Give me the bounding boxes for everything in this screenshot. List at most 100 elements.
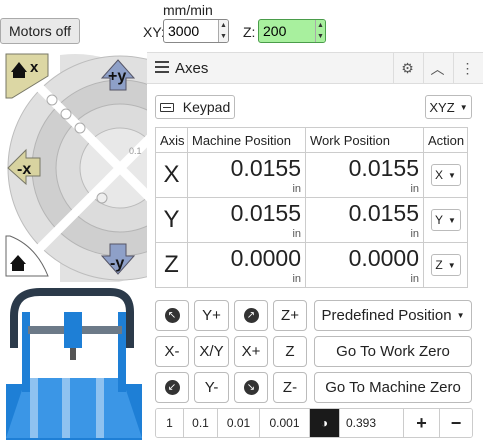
- column-header: Work Position: [305, 127, 424, 153]
- machine-position-value: 0.0000: [230, 245, 301, 271]
- panel-title: Axes: [175, 60, 209, 77]
- arrow-down-left-icon: ↙: [164, 380, 180, 395]
- column-header: Axis: [155, 127, 188, 153]
- work-position-value: 0.0155: [348, 155, 419, 181]
- minus-y-label: -y: [110, 255, 124, 272]
- work-position-value: 0.0155: [348, 200, 419, 226]
- z-feed-label: Z:: [243, 24, 256, 40]
- step-dot[interactable]: [60, 108, 72, 120]
- jog-x-plus-button[interactable]: X+: [234, 336, 268, 367]
- jog-diagonal-up-right-button[interactable]: ↗: [234, 300, 268, 331]
- step-decrease-button[interactable]: −: [440, 409, 472, 437]
- work-position-value: 0.0000: [348, 245, 419, 271]
- jog-z-button[interactable]: Z: [273, 336, 307, 367]
- jog-z-plus-button[interactable]: Z+: [273, 300, 307, 331]
- step-value-field[interactable]: 0.393: [340, 409, 404, 437]
- small-step-label: 0.1: [129, 146, 142, 156]
- minus-x-label: -x: [17, 161, 31, 178]
- predefined-position-label: Predefined Position: [321, 307, 452, 324]
- spin-down-icon[interactable]: ▼: [316, 31, 325, 42]
- caret-down-icon: ▼: [456, 311, 465, 320]
- more-vert-icon[interactable]: ⋮: [453, 53, 481, 84]
- keypad-button[interactable]: Keypad: [155, 95, 235, 119]
- z-feed-field[interactable]: ▲▼: [258, 19, 326, 43]
- jog-diagonal-up-left-button[interactable]: ↖: [155, 300, 189, 331]
- machine-position-cell: 0.0000 in: [187, 242, 306, 288]
- feed-rate-units: mm/min: [163, 2, 213, 18]
- motors-off-button[interactable]: Motors off: [0, 18, 80, 44]
- hamburger-icon[interactable]: [155, 61, 169, 76]
- unit-label: in: [410, 273, 419, 285]
- work-position-cell[interactable]: 0.0155 in: [305, 152, 424, 198]
- step-dot[interactable]: [74, 122, 86, 134]
- work-position-cell[interactable]: 0.0155 in: [305, 197, 424, 243]
- z-feed-input[interactable]: [259, 20, 315, 42]
- axis-action-dropdown[interactable]: Z ▼: [430, 254, 461, 276]
- predefined-position-dropdown[interactable]: Predefined Position ▼: [314, 300, 472, 331]
- xyz-dropdown[interactable]: XYZ ▼: [425, 95, 472, 119]
- xy-feed-label: XY:: [143, 24, 165, 40]
- caret-down-icon: ▼: [447, 260, 456, 270]
- step-size-selector: 1 0.1 0.01 0.001 ◑ 0.393 + −: [155, 408, 473, 438]
- step-option[interactable]: 0.001: [260, 409, 310, 437]
- contrast-icon[interactable]: ◑: [310, 409, 340, 437]
- spin-up-icon[interactable]: ▲: [316, 20, 325, 31]
- jog-xy-button[interactable]: X/Y: [194, 336, 229, 367]
- xy-feed-field[interactable]: ▲▼: [163, 19, 229, 43]
- go-to-machine-zero-button[interactable]: Go To Machine Zero: [314, 372, 472, 403]
- axis-cell: X: [155, 152, 188, 198]
- jog-z-minus-button[interactable]: Z-: [273, 372, 307, 403]
- chevron-up-icon[interactable]: ︿: [423, 53, 451, 84]
- spin-up-icon[interactable]: ▲: [219, 20, 228, 31]
- jog-y-plus-button[interactable]: Y+: [194, 300, 229, 331]
- machine-position-value: 0.0155: [230, 155, 301, 181]
- jog-diagonal-down-left-button[interactable]: ↙: [155, 372, 189, 403]
- step-option[interactable]: 0.1: [184, 409, 218, 437]
- unit-label: in: [292, 228, 301, 240]
- caret-down-icon: ▼: [448, 170, 456, 180]
- jog-control[interactable]: 0.1 +y -y -x x: [0, 50, 147, 282]
- axis-cell: Y: [155, 197, 188, 243]
- xy-feed-spinner[interactable]: ▲ ▼: [217, 20, 228, 42]
- action-label: Z: [435, 258, 443, 272]
- action-cell: Y ▼: [423, 197, 468, 243]
- jog-x-minus-button[interactable]: X-: [155, 336, 189, 367]
- axis-action-dropdown[interactable]: Y ▼: [430, 209, 461, 231]
- spin-down-icon[interactable]: ▼: [219, 31, 228, 42]
- arrow-up-left-icon: ↖: [164, 308, 180, 323]
- unit-label: in: [292, 273, 301, 285]
- axes-table: Axis Machine Position Work Position Acti…: [155, 127, 468, 288]
- table-row: X 0.0155 in 0.0155 in X ▼: [155, 152, 468, 198]
- step-dot[interactable]: [96, 192, 108, 204]
- z-feed-spinner[interactable]: ▲ ▼: [314, 20, 325, 42]
- axis-cell: Z: [155, 242, 188, 288]
- action-cell: Z ▼: [423, 242, 468, 288]
- keyboard-icon: [159, 102, 174, 112]
- column-header: Machine Position: [187, 127, 306, 153]
- xy-feed-input[interactable]: [164, 20, 218, 42]
- machine-position-value: 0.0155: [230, 200, 301, 226]
- step-dot[interactable]: [46, 94, 58, 106]
- step-option[interactable]: 1: [156, 409, 184, 437]
- jog-diagonal-down-right-button[interactable]: ↘: [234, 372, 268, 403]
- work-position-cell[interactable]: 0.0000 in: [305, 242, 424, 288]
- action-cell: X ▼: [423, 152, 468, 198]
- unit-label: in: [410, 228, 419, 240]
- unit-label: in: [292, 183, 301, 195]
- gear-icon[interactable]: ⚙: [393, 53, 421, 84]
- arrow-down-right-icon: ↘: [243, 380, 259, 395]
- action-label: X: [435, 168, 444, 182]
- table-row: Z 0.0000 in 0.0000 in Z ▼: [155, 242, 468, 288]
- step-increase-button[interactable]: +: [404, 409, 440, 437]
- panel-header: Axes ⚙ ︿ ⋮: [147, 52, 483, 84]
- caret-down-icon: ▼: [448, 215, 456, 225]
- xyz-label: XYZ: [429, 99, 455, 115]
- axis-action-dropdown[interactable]: X ▼: [430, 164, 461, 186]
- go-to-work-zero-button[interactable]: Go To Work Zero: [314, 336, 472, 367]
- arrow-up-right-icon: ↗: [243, 308, 259, 323]
- jog-y-minus-button[interactable]: Y-: [194, 372, 229, 403]
- step-option[interactable]: 0.01: [218, 409, 260, 437]
- machine-illustration: [6, 288, 142, 440]
- plus-y-label: +y: [108, 68, 126, 85]
- home-x-label: x: [30, 59, 39, 76]
